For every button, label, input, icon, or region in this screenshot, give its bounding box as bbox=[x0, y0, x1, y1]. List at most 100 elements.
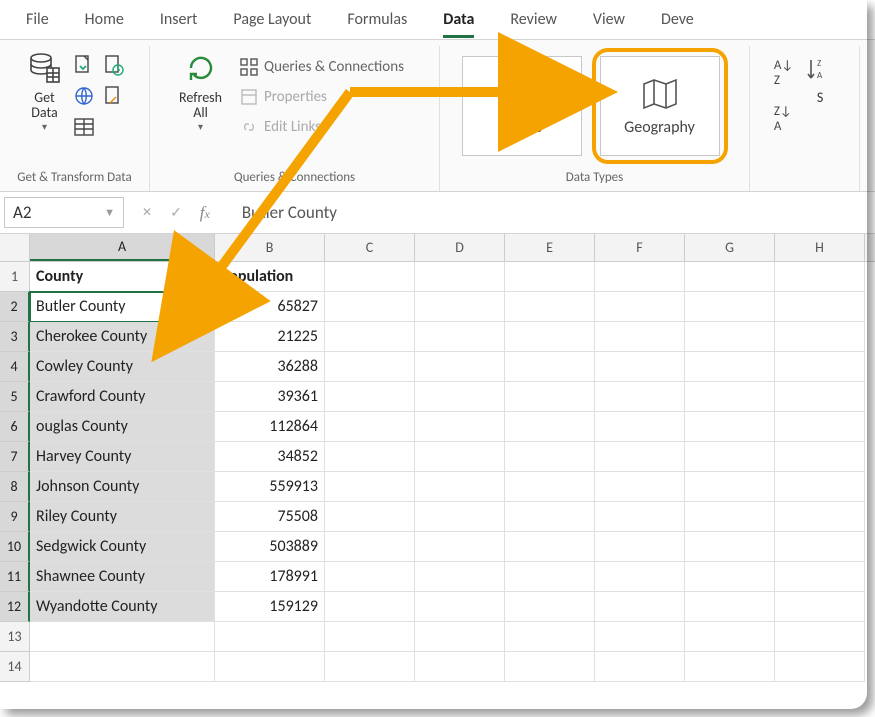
cell-f3[interactable] bbox=[595, 322, 685, 352]
cell-g3[interactable] bbox=[685, 322, 775, 352]
cell-c8[interactable] bbox=[325, 472, 415, 502]
tab-file[interactable]: File bbox=[8, 1, 67, 38]
sort-asc-button[interactable]: A↓Z bbox=[774, 58, 793, 88]
cell-a9[interactable]: Riley County bbox=[30, 502, 215, 532]
cell-e1[interactable] bbox=[505, 262, 595, 292]
cell-h8[interactable] bbox=[775, 472, 865, 502]
cell-e3[interactable] bbox=[505, 322, 595, 352]
cell-c13[interactable] bbox=[325, 622, 415, 652]
cell-f14[interactable] bbox=[595, 652, 685, 682]
column-header-f[interactable]: F bbox=[595, 234, 685, 261]
cell-c9[interactable] bbox=[325, 502, 415, 532]
cell-h1[interactable] bbox=[775, 262, 865, 292]
column-header-e[interactable]: E bbox=[505, 234, 595, 261]
row-header-9[interactable]: 9 bbox=[0, 502, 30, 532]
cell-b1[interactable]: Population bbox=[215, 262, 325, 292]
row-header-11[interactable]: 11 bbox=[0, 562, 30, 592]
cell-e4[interactable] bbox=[505, 352, 595, 382]
refresh-all-button[interactable]: Refresh All ▾ bbox=[173, 46, 228, 136]
cell-f4[interactable] bbox=[595, 352, 685, 382]
tab-home[interactable]: Home bbox=[67, 1, 142, 38]
row-header-3[interactable]: 3 bbox=[0, 322, 30, 352]
cell-b5[interactable]: 39361 bbox=[215, 382, 325, 412]
cell-a1[interactable]: County bbox=[30, 262, 215, 292]
cell-c7[interactable] bbox=[325, 442, 415, 472]
cell-g10[interactable] bbox=[685, 532, 775, 562]
cell-a3[interactable]: Cherokee County bbox=[30, 322, 215, 352]
cell-g7[interactable] bbox=[685, 442, 775, 472]
cell-b2[interactable]: 65827 bbox=[215, 292, 325, 322]
row-header-13[interactable]: 13 bbox=[0, 622, 30, 652]
sort-button[interactable]: Z A S bbox=[799, 46, 841, 109]
cell-g5[interactable] bbox=[685, 382, 775, 412]
cell-b9[interactable]: 75508 bbox=[215, 502, 325, 532]
cell-c12[interactable] bbox=[325, 592, 415, 622]
cell-e2[interactable] bbox=[505, 292, 595, 322]
cell-f8[interactable] bbox=[595, 472, 685, 502]
cell-h2[interactable] bbox=[775, 292, 865, 322]
cell-d10[interactable] bbox=[415, 532, 505, 562]
cell-a7[interactable]: Harvey County bbox=[30, 442, 215, 472]
stocks-button[interactable]: Stocks bbox=[462, 56, 582, 156]
cell-g14[interactable] bbox=[685, 652, 775, 682]
cell-g9[interactable] bbox=[685, 502, 775, 532]
tab-page-layout[interactable]: Page Layout bbox=[215, 1, 329, 38]
cell-e6[interactable] bbox=[505, 412, 595, 442]
column-header-a[interactable]: A bbox=[30, 234, 215, 261]
cell-d14[interactable] bbox=[415, 652, 505, 682]
row-header-1[interactable]: 1 bbox=[0, 262, 30, 292]
sort-desc-button[interactable]: Z↓A bbox=[774, 104, 793, 134]
tab-data[interactable]: Data bbox=[425, 1, 492, 38]
cell-h7[interactable] bbox=[775, 442, 865, 472]
cell-h10[interactable] bbox=[775, 532, 865, 562]
properties-button[interactable]: Properties bbox=[232, 82, 412, 112]
row-header-12[interactable]: 12 bbox=[0, 592, 30, 622]
cell-b6[interactable]: 112864 bbox=[215, 412, 325, 442]
cell-h14[interactable] bbox=[775, 652, 865, 682]
name-box[interactable]: A2 ▼ bbox=[4, 197, 124, 228]
cell-d13[interactable] bbox=[415, 622, 505, 652]
cell-e14[interactable] bbox=[505, 652, 595, 682]
cell-c3[interactable] bbox=[325, 322, 415, 352]
cell-b11[interactable]: 178991 bbox=[215, 562, 325, 592]
cell-a14[interactable] bbox=[30, 652, 215, 682]
cell-d2[interactable] bbox=[415, 292, 505, 322]
cell-f7[interactable] bbox=[595, 442, 685, 472]
cell-f10[interactable] bbox=[595, 532, 685, 562]
cell-f9[interactable] bbox=[595, 502, 685, 532]
cell-g1[interactable] bbox=[685, 262, 775, 292]
cell-f5[interactable] bbox=[595, 382, 685, 412]
tab-developer[interactable]: Deve bbox=[643, 1, 712, 38]
cell-g8[interactable] bbox=[685, 472, 775, 502]
cell-g2[interactable] bbox=[685, 292, 775, 322]
fx-icon[interactable]: fx bbox=[200, 203, 210, 223]
cell-e13[interactable] bbox=[505, 622, 595, 652]
row-header-2[interactable]: 2 bbox=[0, 292, 30, 322]
cell-e7[interactable] bbox=[505, 442, 595, 472]
from-text-csv-button[interactable] bbox=[71, 52, 97, 78]
cell-b13[interactable] bbox=[215, 622, 325, 652]
cell-d3[interactable] bbox=[415, 322, 505, 352]
queries-connections-button[interactable]: Queries & Connections bbox=[232, 52, 412, 82]
cell-g4[interactable] bbox=[685, 352, 775, 382]
cell-e12[interactable] bbox=[505, 592, 595, 622]
cell-a6[interactable]: ouglas County bbox=[30, 412, 215, 442]
cell-b7[interactable]: 34852 bbox=[215, 442, 325, 472]
cell-d4[interactable] bbox=[415, 352, 505, 382]
cell-h13[interactable] bbox=[775, 622, 865, 652]
cell-a11[interactable]: Shawnee County bbox=[30, 562, 215, 592]
cell-b12[interactable]: 159129 bbox=[215, 592, 325, 622]
geography-button[interactable]: Geography bbox=[600, 56, 720, 156]
cell-f1[interactable] bbox=[595, 262, 685, 292]
cell-g11[interactable] bbox=[685, 562, 775, 592]
formula-bar-content[interactable]: Butler County bbox=[228, 202, 337, 223]
cell-b3[interactable]: 21225 bbox=[215, 322, 325, 352]
cell-g12[interactable] bbox=[685, 592, 775, 622]
cancel-icon[interactable]: ✕ bbox=[142, 205, 152, 220]
cell-b8[interactable]: 559913 bbox=[215, 472, 325, 502]
cell-f13[interactable] bbox=[595, 622, 685, 652]
cell-d11[interactable] bbox=[415, 562, 505, 592]
tab-insert[interactable]: Insert bbox=[142, 1, 216, 38]
cell-e8[interactable] bbox=[505, 472, 595, 502]
cell-d6[interactable] bbox=[415, 412, 505, 442]
